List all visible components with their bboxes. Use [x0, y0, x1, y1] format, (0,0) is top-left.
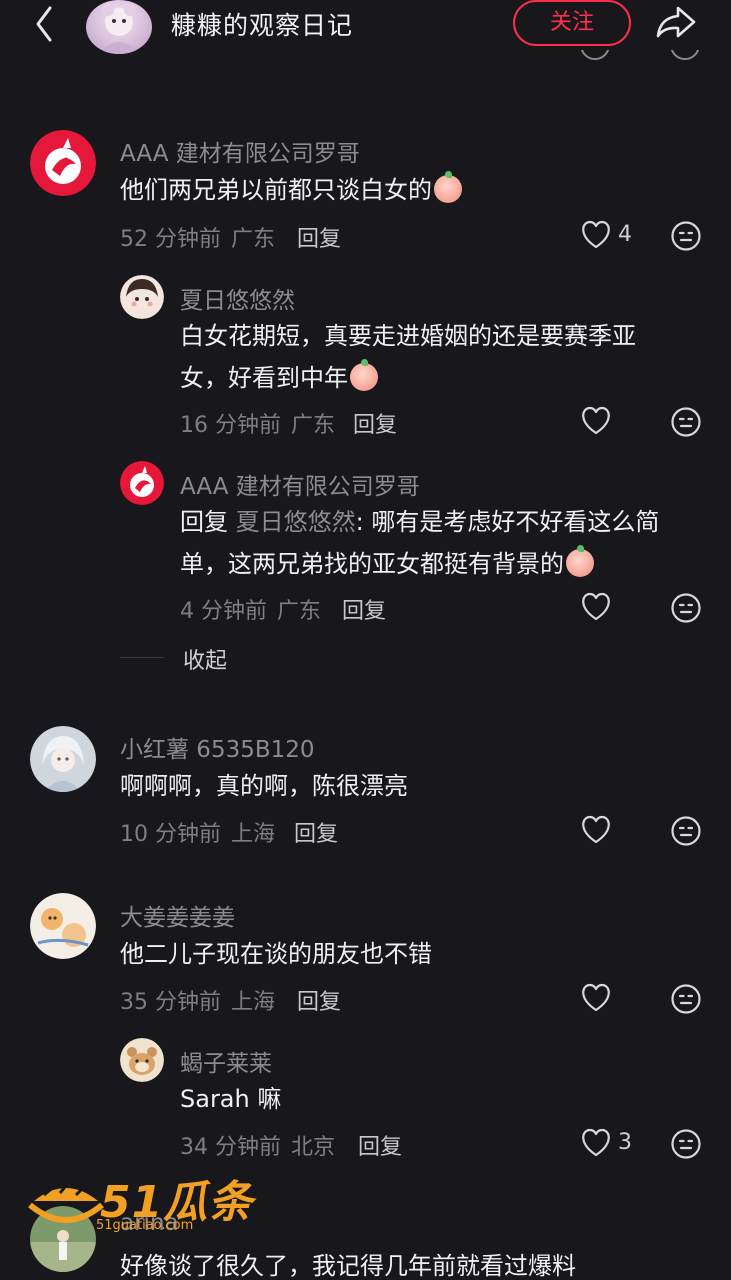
covering-mouth-face-icon	[350, 359, 378, 391]
neutral-face-icon	[671, 593, 701, 623]
heart-icon	[582, 815, 610, 844]
comment-text: 他二儿子现在谈的朋友也不错	[120, 940, 432, 968]
reply-button[interactable]: 回复	[297, 984, 341, 1016]
previous-comment-fragment	[0, 50, 731, 80]
comment-username[interactable]: 小红薯 6535B120	[120, 730, 315, 764]
avatar[interactable]	[120, 461, 164, 505]
neutral-face-icon	[671, 1129, 701, 1159]
share-icon[interactable]	[654, 2, 698, 42]
comment-location: 上海	[231, 990, 276, 1015]
reply-text: Sarah 嘛	[180, 1085, 282, 1113]
avatar[interactable]	[30, 893, 96, 959]
author-name[interactable]: 糠糠的观察日记	[171, 6, 353, 42]
reply-prefix: 回复	[180, 508, 228, 536]
heart-icon	[582, 220, 610, 249]
watermark-url: 51guatiao.com	[96, 1218, 194, 1233]
like-button[interactable]	[580, 815, 644, 847]
comment-location: 上海	[231, 822, 276, 847]
reply-meta: 16 分钟前 广东	[180, 407, 335, 439]
neutral-face-icon	[671, 984, 701, 1014]
comment-text: 他们两兄弟以前都只谈白女的	[120, 169, 680, 211]
reply-button[interactable]: 回复	[353, 407, 397, 439]
comment-meta: 35 分钟前 上海	[120, 984, 275, 1016]
reply-time: 16 分钟前	[180, 413, 281, 438]
reply-time: 34 分钟前	[180, 1135, 281, 1160]
like-icon[interactable]	[580, 50, 610, 60]
like-count: 3	[618, 1130, 632, 1155]
like-count: 4	[618, 222, 632, 247]
reply-meta: 34 分钟前 北京	[180, 1129, 335, 1161]
reply-text: 白女花期短，真要走进婚姻的还是要赛季亚女，好看到中年	[180, 315, 680, 399]
reply-location: 北京	[291, 1135, 336, 1160]
comment-meta: 10 分钟前 上海	[120, 816, 275, 848]
reply-button[interactable]: 回复	[294, 816, 338, 848]
dislike-button[interactable]	[670, 592, 702, 624]
comment-body: 他们两兄弟以前都只谈白女的	[120, 176, 432, 204]
comment-page: 糠糠的观察日记 关注 AAA 建材有限公司罗哥 他们两兄弟以前都只谈白女的 52…	[0, 0, 731, 1280]
reply-button[interactable]: 回复	[358, 1129, 402, 1161]
reply-button[interactable]: 回复	[297, 221, 341, 253]
comment-location: 广东	[231, 227, 276, 252]
reply-time: 4 分钟前	[180, 599, 267, 624]
like-button[interactable]: 4	[580, 220, 644, 252]
dislike-icon[interactable]	[670, 50, 700, 60]
like-button[interactable]	[580, 983, 644, 1015]
heart-icon	[582, 983, 610, 1012]
reply-mention[interactable]: 夏日悠悠然	[236, 508, 356, 536]
like-button[interactable]: 3	[580, 1128, 644, 1160]
comment-time: 35 分钟前	[120, 990, 221, 1015]
dislike-button[interactable]	[670, 406, 702, 438]
heart-icon	[582, 406, 610, 435]
reply-body: 白女花期短，真要走进婚姻的还是要赛季亚女，好看到中年	[180, 322, 636, 392]
dislike-button[interactable]	[670, 815, 702, 847]
back-icon[interactable]	[26, 4, 66, 44]
author-avatar[interactable]	[86, 0, 152, 54]
reply-username[interactable]: AAA 建材有限公司罗哥	[180, 467, 420, 501]
like-button[interactable]	[580, 592, 644, 624]
reply-meta: 4 分钟前 广东	[180, 593, 321, 625]
follow-button[interactable]: 关注	[513, 0, 631, 46]
heart-icon	[582, 1128, 610, 1157]
top-bar: 糠糠的观察日记 关注	[0, 0, 731, 54]
comment-username[interactable]: AAA 建材有限公司罗哥	[120, 134, 360, 168]
avatar[interactable]	[30, 130, 96, 196]
neutral-face-icon	[671, 407, 701, 437]
smiling-face-icon	[566, 545, 594, 577]
comment-time: 10 分钟前	[120, 822, 221, 847]
neutral-face-icon	[671, 221, 701, 251]
comment-text: 啊啊啊，真的啊，陈很漂亮	[120, 772, 408, 800]
reply-username[interactable]: 蝎子莱莱	[180, 1044, 272, 1078]
avatar[interactable]	[120, 275, 164, 319]
dislike-button[interactable]	[670, 983, 702, 1015]
like-button[interactable]	[580, 406, 644, 438]
dislike-button[interactable]	[670, 220, 702, 252]
comment-text: 好像谈了很久了，我记得几年前就看过爆料	[120, 1252, 576, 1280]
comment-time: 52 分钟前	[120, 227, 221, 252]
heart-icon	[582, 592, 610, 621]
collapse-replies-button[interactable]: 收起	[183, 643, 227, 675]
blushing-face-icon	[434, 171, 462, 203]
neutral-face-icon	[671, 816, 701, 846]
reply-location: 广东	[291, 413, 336, 438]
avatar[interactable]	[30, 726, 96, 792]
reply-location: 广东	[277, 599, 322, 624]
dislike-button[interactable]	[670, 1128, 702, 1160]
avatar[interactable]	[120, 1038, 164, 1082]
reply-text: 回复 夏日悠悠然: 哪有是考虑好不好看这么简单，这两兄弟找的亚女都挺有背景的	[180, 501, 700, 585]
divider	[120, 657, 164, 658]
reply-username[interactable]: 夏日悠悠然	[180, 281, 295, 315]
comment-username[interactable]: 大姜姜姜姜	[120, 898, 235, 932]
reply-button[interactable]: 回复	[342, 593, 386, 625]
comment-meta: 52 分钟前 广东	[120, 221, 275, 253]
